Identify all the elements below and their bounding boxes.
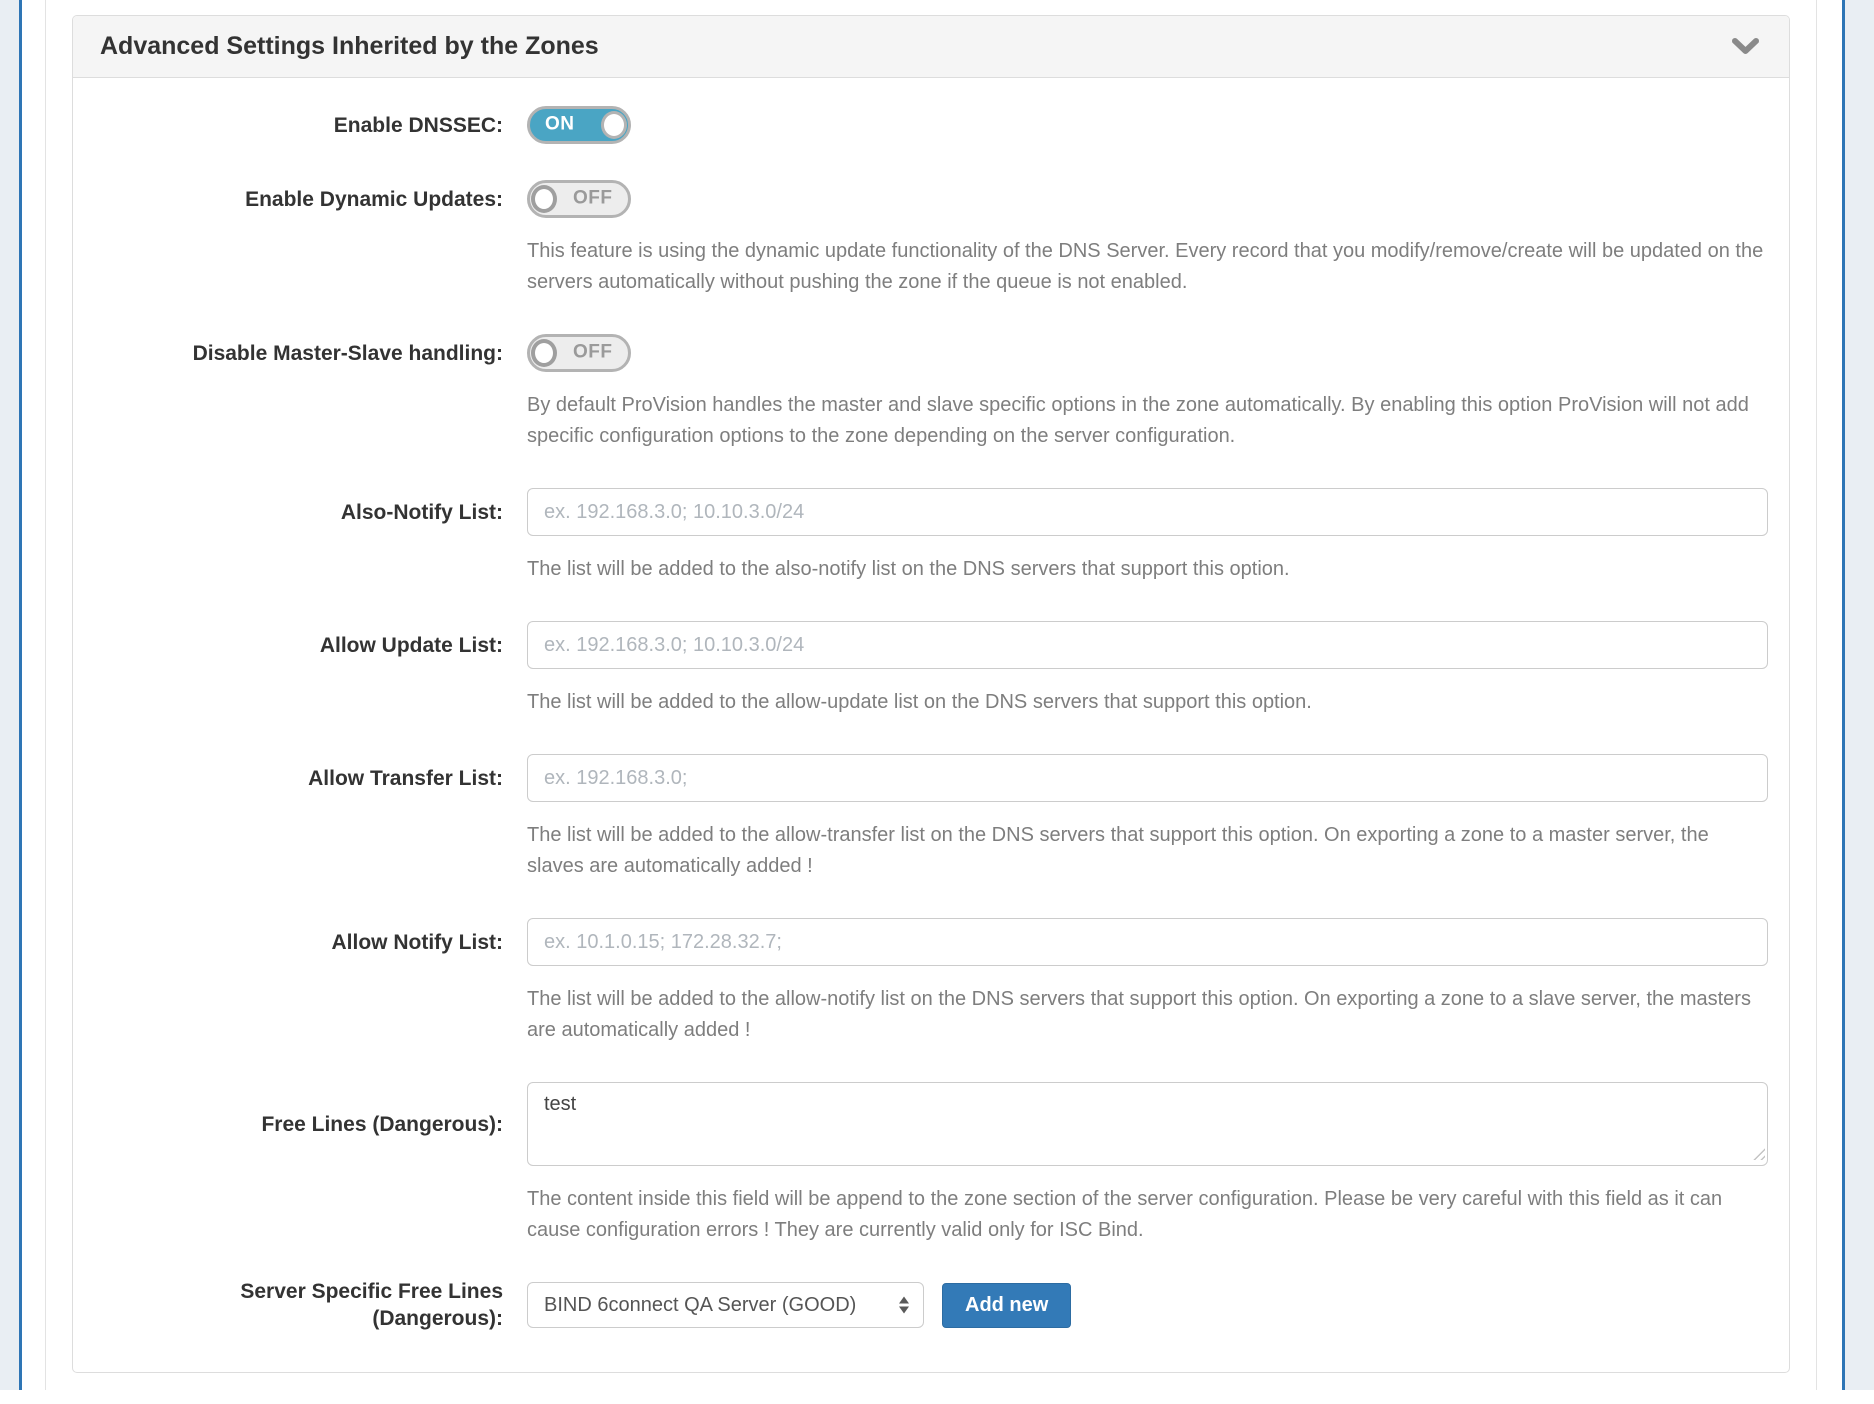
- server-specific-free-lines-selected-value: BIND 6connect QA Server (GOOD): [544, 1294, 856, 1317]
- also-notify-list-control-cell: The list will be added to the also-notif…: [527, 488, 1768, 585]
- allow-transfer-list-input[interactable]: [527, 754, 1768, 802]
- form-row: Allow Transfer List: The list will be add…: [73, 754, 1767, 882]
- free-lines-label: Free Lines (Dangerous):: [73, 1082, 503, 1166]
- panel-header: Advanced Settings Inherited by the Zones: [73, 16, 1789, 78]
- page-right-background: [1845, 0, 1874, 1390]
- enable-dynamic-updates-control-cell: OFF This feature is using the dynamic upd…: [527, 180, 1768, 298]
- enable-dynamic-updates-label: Enable Dynamic Updates:: [73, 180, 503, 218]
- free-lines-help: The content inside this field will be ap…: [527, 1184, 1768, 1246]
- toggle-state-label: OFF: [573, 342, 613, 364]
- form-row: Enable DNSSEC: ON: [73, 106, 1767, 144]
- select-stepper-icon: [899, 1297, 909, 1314]
- allow-transfer-list-label: Allow Transfer List:: [73, 754, 503, 802]
- allow-notify-list-help: The list will be added to the allow-noti…: [527, 984, 1768, 1046]
- disable-master-slave-handling-help: By default ProVision handles the master …: [527, 390, 1768, 452]
- toggle-knob-icon: [601, 111, 627, 139]
- enable-dnssec-control-cell: ON: [527, 106, 1768, 144]
- toggle-knob-icon: [531, 339, 557, 367]
- panel-body: Enable DNSSEC: ON Enable Dynamic Updates: O…: [73, 78, 1789, 1404]
- disable-master-slave-handling-control-cell: OFF By default ProVision handles the mast…: [527, 334, 1768, 452]
- form-row: Enable Dynamic Updates: OFF This feature i…: [73, 180, 1767, 298]
- enable-dynamic-updates-help: This feature is using the dynamic update…: [527, 236, 1768, 298]
- form-row: Disable Master-Slave handling: OFF By defa…: [73, 334, 1767, 452]
- card-right-border: [1816, 0, 1817, 1390]
- enable-dnssec-toggle[interactable]: ON: [527, 106, 631, 144]
- form-row: Also-Notify List: The list will be added …: [73, 488, 1767, 585]
- form-row: Free Lines (Dangerous): The content insid…: [73, 1082, 1767, 1246]
- chevron-down-icon: [1732, 38, 1759, 55]
- form-row: Server Specific Free Lines (Dangerous): B…: [73, 1282, 1767, 1328]
- enable-dnssec-label: Enable DNSSEC:: [73, 106, 503, 144]
- free-lines-textarea[interactable]: [527, 1082, 1768, 1166]
- allow-notify-list-label: Allow Notify List:: [73, 918, 503, 966]
- free-lines-control-cell: The content inside this field will be ap…: [527, 1082, 1768, 1246]
- advanced-settings-panel: Advanced Settings Inherited by the Zones…: [72, 15, 1790, 1373]
- server-specific-free-lines-label: Server Specific Free Lines (Dangerous):: [73, 1282, 503, 1328]
- form-row: Allow Notify List: The list will be added…: [73, 918, 1767, 1046]
- server-specific-free-lines-row: BIND 6connect QA Server (GOOD) Add new: [527, 1282, 1768, 1328]
- toggle-state-label: OFF: [573, 188, 613, 210]
- disable-master-slave-handling-toggle[interactable]: OFF: [527, 334, 631, 372]
- collapse-button[interactable]: [1732, 38, 1759, 55]
- allow-update-list-label: Allow Update List:: [73, 621, 503, 669]
- page-left-background: [0, 0, 19, 1390]
- panel-title: Advanced Settings Inherited by the Zones: [100, 32, 599, 61]
- card-left-border: [45, 0, 46, 1390]
- server-specific-free-lines-control-cell: BIND 6connect QA Server (GOOD) Add new: [527, 1282, 1768, 1328]
- server-specific-free-lines-select[interactable]: BIND 6connect QA Server (GOOD): [527, 1282, 924, 1328]
- allow-update-list-control-cell: The list will be added to the allow-upda…: [527, 621, 1768, 718]
- also-notify-list-help: The list will be added to the also-notif…: [527, 554, 1768, 585]
- allow-transfer-list-control-cell: The list will be added to the allow-tran…: [527, 754, 1768, 882]
- free-lines-textarea-wrap: [527, 1082, 1768, 1166]
- enable-dynamic-updates-toggle[interactable]: OFF: [527, 180, 631, 218]
- disable-master-slave-handling-label: Disable Master-Slave handling:: [73, 334, 503, 372]
- allow-update-list-input[interactable]: [527, 621, 1768, 669]
- form-row: Allow Update List: The list will be added…: [73, 621, 1767, 718]
- also-notify-list-label: Also-Notify List:: [73, 488, 503, 536]
- allow-notify-list-control-cell: The list will be added to the allow-noti…: [527, 918, 1768, 1046]
- toggle-state-label: ON: [545, 114, 575, 136]
- also-notify-list-input[interactable]: [527, 488, 1768, 536]
- allow-notify-list-input[interactable]: [527, 918, 1768, 966]
- page-left-accent-border: [19, 0, 22, 1390]
- allow-update-list-help: The list will be added to the allow-upda…: [527, 687, 1768, 718]
- add-new-button[interactable]: Add new: [942, 1283, 1071, 1328]
- allow-transfer-list-help: The list will be added to the allow-tran…: [527, 820, 1768, 882]
- toggle-knob-icon: [531, 185, 557, 213]
